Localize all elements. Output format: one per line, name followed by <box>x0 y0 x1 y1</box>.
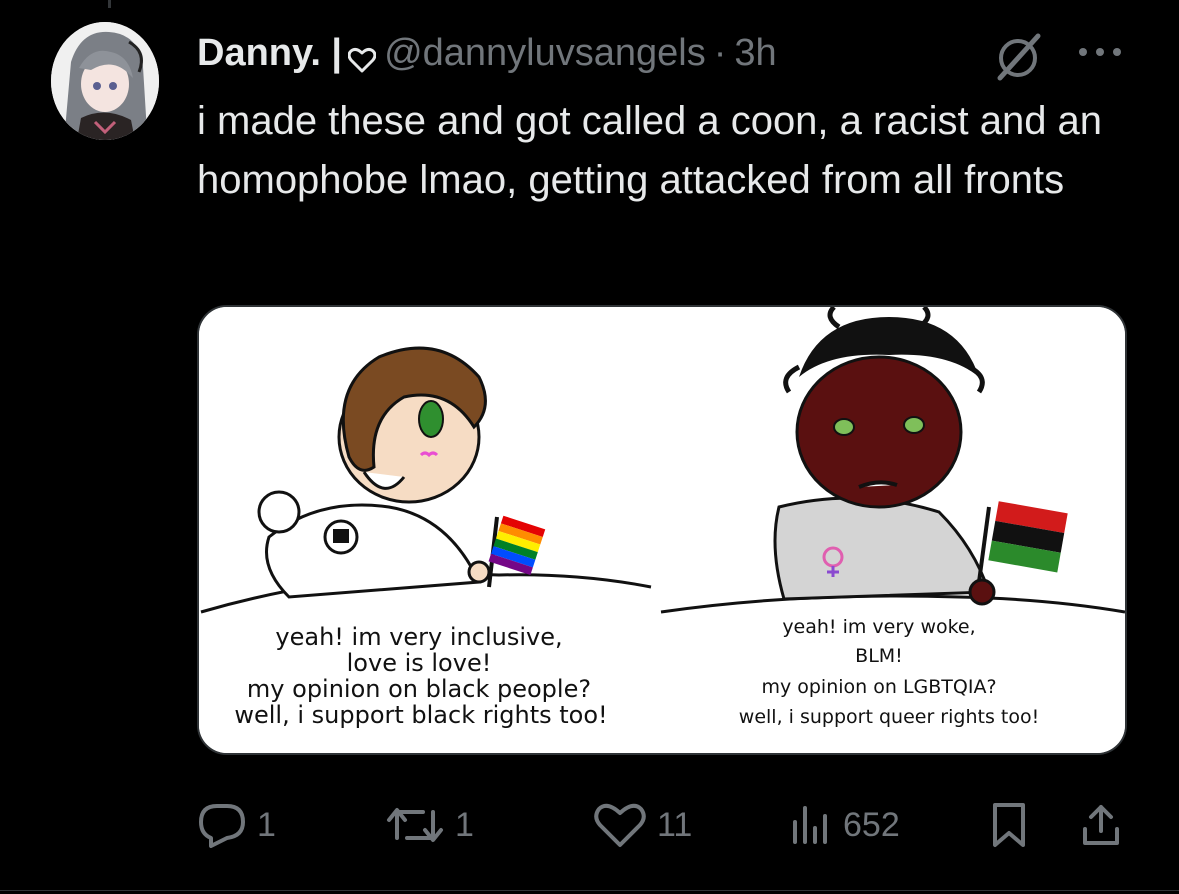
views-count: 652 <box>843 805 900 844</box>
bookmark-icon <box>993 803 1025 847</box>
like-button[interactable]: 11 <box>593 790 692 860</box>
bookmark-button[interactable] <box>989 790 1039 860</box>
left-panel-caption: yeah! im very inclusive, love is love! m… <box>234 623 607 729</box>
views-button[interactable]: 652 <box>789 790 900 860</box>
left-caption-line: yeah! im very inclusive, <box>275 623 562 651</box>
right-caption-line: BLM! <box>855 645 903 667</box>
reply-icon <box>199 804 245 848</box>
share-button[interactable] <box>1079 790 1133 860</box>
avatar[interactable] <box>51 22 159 140</box>
tweet-media[interactable]: yeah! im very inclusive, love is love! m… <box>197 305 1127 755</box>
left-caption-line: well, i support black rights too! <box>234 701 607 729</box>
heart-icon <box>347 40 377 73</box>
reply-count: 1 <box>257 805 276 844</box>
tweet-divider <box>0 890 1179 891</box>
right-caption-line: yeah! im very woke, <box>782 616 975 638</box>
author-handle[interactable]: @dannyluvsangels <box>384 32 706 75</box>
header-separator: · <box>713 31 727 74</box>
repost-count: 1 <box>455 805 474 844</box>
media-image: yeah! im very inclusive, love is love! m… <box>199 307 1125 753</box>
thread-connector-line <box>108 0 111 8</box>
tweet-timestamp[interactable]: 3h <box>734 32 776 75</box>
repost-icon <box>387 808 443 842</box>
left-caption-line: love is love! <box>347 649 492 677</box>
grok-icon[interactable] <box>990 30 1046 82</box>
views-icon <box>793 806 827 844</box>
like-icon <box>594 803 646 847</box>
author-name[interactable]: Danny. | <box>197 32 342 75</box>
repost-button[interactable]: 1 <box>385 790 474 860</box>
more-icon[interactable] <box>1075 42 1125 62</box>
avatar-image <box>51 22 159 140</box>
like-count: 11 <box>657 805 693 844</box>
right-caption-line: well, i support queer rights too! <box>739 706 1039 728</box>
tweet-actions: 1 1 11 652 <box>197 790 1127 860</box>
tweet-text: i made these and got called a coon, a ra… <box>197 99 1103 202</box>
left-caption-line: my opinion on black people? <box>247 675 591 703</box>
share-icon <box>1083 805 1119 845</box>
reply-button[interactable]: 1 <box>197 790 276 860</box>
tweet-header: Danny. | @dannyluvsangels · 3h <box>197 24 777 82</box>
right-caption-line: my opinion on LGBTQIA? <box>761 676 996 698</box>
